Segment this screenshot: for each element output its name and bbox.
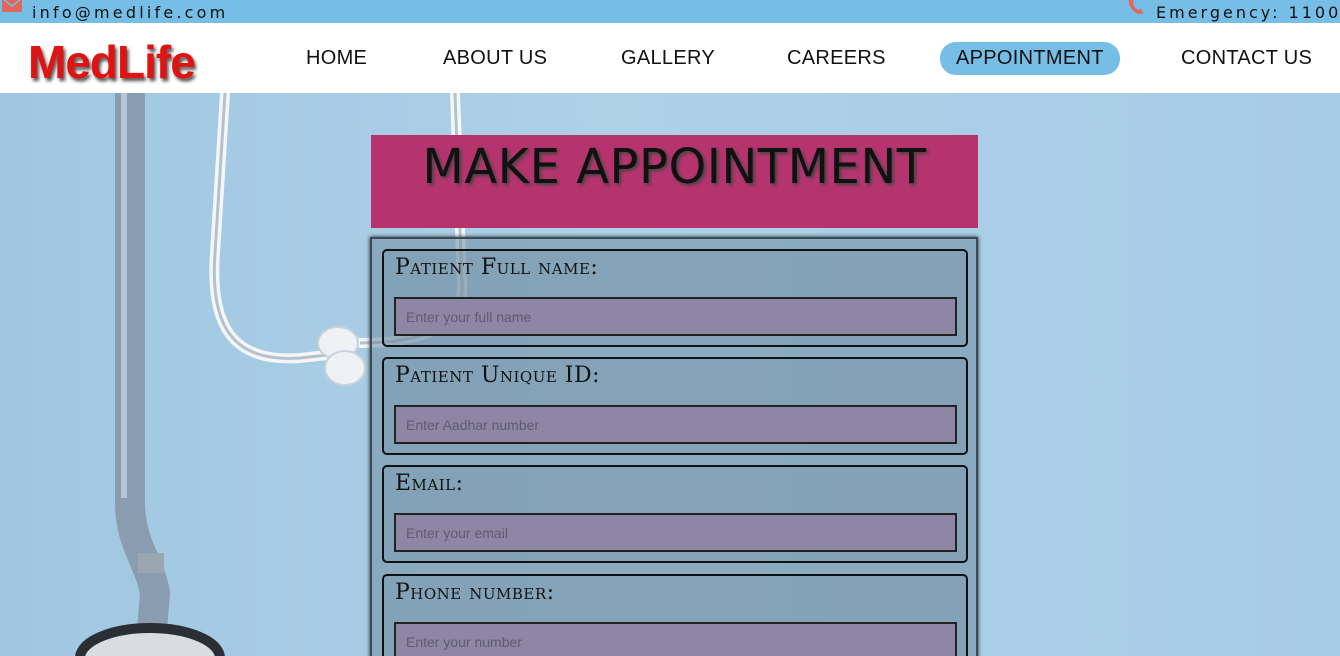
contact-email[interactable]: info@medlife.com [32, 3, 228, 22]
field-group-full-name: Patient Full name: [382, 249, 968, 347]
nav-home[interactable]: HOME [290, 42, 383, 75]
nav-appointment[interactable]: APPOINTMENT [940, 42, 1120, 75]
email-label: Email: [395, 471, 464, 496]
field-group-email: Email: [382, 465, 968, 563]
phone-input[interactable] [394, 622, 957, 656]
unique-id-label: Patient Unique ID: [395, 363, 601, 388]
page-title-banner: MAKE APPOINTMENT [371, 135, 978, 228]
full-name-input[interactable] [394, 297, 957, 336]
page-title: MAKE APPOINTMENT [422, 139, 927, 195]
phone-icon [1126, 0, 1146, 16]
mail-icon [2, 0, 22, 12]
nav-gallery[interactable]: GALLERY [605, 42, 731, 75]
email-input[interactable] [394, 513, 957, 552]
appointment-form: Patient Full name: Patient Unique ID: Em… [370, 237, 978, 656]
nav-contact-us[interactable]: CONTACT US [1165, 42, 1328, 75]
brand-logo[interactable]: MedLife [28, 35, 196, 89]
nav-about-us[interactable]: ABOUT US [427, 42, 563, 75]
unique-id-input[interactable] [394, 405, 957, 444]
field-group-phone: Phone number: [382, 574, 968, 656]
top-info-bar: info@medlife.com Emergency: 1100 [0, 0, 1340, 23]
emergency-number: Emergency: 1100 [1156, 3, 1340, 22]
nav-careers[interactable]: CAREERS [771, 42, 902, 75]
field-group-unique-id: Patient Unique ID: [382, 357, 968, 455]
phone-label: Phone number: [395, 580, 555, 605]
main-navbar: MedLife HOME ABOUT US GALLERY CAREERS AP… [0, 23, 1340, 93]
full-name-label: Patient Full name: [395, 255, 599, 280]
